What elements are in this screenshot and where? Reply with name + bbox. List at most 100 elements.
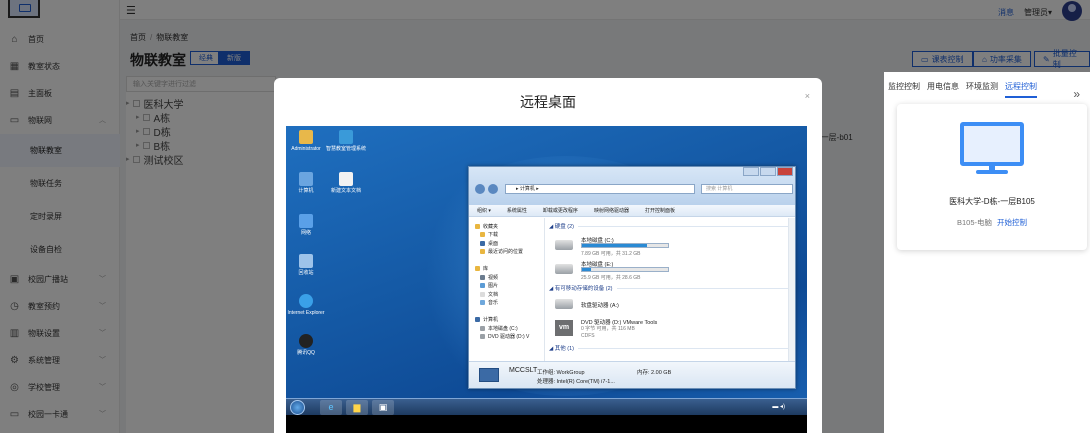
memory-text: 内存: 2.00 GB: [637, 370, 672, 376]
tab-power-info[interactable]: 用电信息: [927, 81, 959, 98]
nav-item-label: 本地磁盘 (C:): [488, 325, 518, 332]
explorer-window[interactable]: ▸ 计算机 ▸ 搜索 计算机 组织 ▾ 系统属性 卸载或更改程序 映射网络驱动器…: [468, 166, 796, 389]
qq-icon: [299, 334, 313, 348]
close-icon[interactable]: ×: [805, 91, 810, 101]
nav-item-music[interactable]: 音乐: [475, 299, 544, 308]
explorer-address-bar[interactable]: ▸ 计算机 ▸: [505, 184, 695, 194]
drive-usage-bar: [581, 243, 669, 248]
explorer-scrollbar[interactable]: [788, 218, 795, 363]
cmd-map-drive[interactable]: 映射网络驱动器: [594, 207, 629, 214]
nav-item-desktop[interactable]: 桌面: [475, 239, 544, 248]
cmd-uninstall[interactable]: 卸载或更改程序: [543, 207, 578, 214]
explorer-search-input[interactable]: 搜索 计算机: [701, 184, 793, 194]
vmware-icon: vm: [555, 320, 573, 336]
start-control-link[interactable]: 开始控制: [997, 218, 1027, 227]
cmd-system-properties[interactable]: 系统属性: [507, 207, 527, 214]
desktop-icon-label: 腾讯QQ: [297, 350, 315, 356]
computer-icon: [479, 368, 499, 382]
desktop-icon-qq[interactable]: 腾讯QQ: [286, 334, 326, 356]
nav-item-label: 最近访问的位置: [488, 249, 524, 256]
explorer-titlebar[interactable]: ▸ 计算机 ▸ 搜索 计算机: [469, 167, 795, 205]
folder-icon: [480, 249, 485, 255]
nav-item-disk-c[interactable]: 本地磁盘 (C:): [475, 324, 544, 333]
desktop-icon-ie[interactable]: Internet Explorer: [286, 294, 326, 316]
nav-item-label: DVD 驱动器 (D:) V: [488, 334, 530, 341]
nav-item-dvd[interactable]: DVD 驱动器 (D:) V: [475, 333, 544, 342]
collapse-panel-icon[interactable]: »: [1073, 87, 1080, 101]
cmd-control-panel[interactable]: 打开控制面板: [645, 207, 675, 214]
workgroup-text: 工作组: WorkGroup: [537, 370, 585, 376]
group-removable[interactable]: ◢ 有可移动存储的设备 (2): [549, 284, 789, 292]
nav-item-label: 音乐: [488, 300, 499, 307]
desktop-icon-administrator[interactable]: Administrator: [286, 130, 326, 152]
close-window-button[interactable]: [777, 167, 793, 176]
nav-item-label: 文档: [488, 291, 499, 298]
remote-desktop-modal: 远程桌面 × Administrator 智慧教室管理系统 计算机 新建文本文档…: [274, 78, 822, 433]
start-button[interactable]: [290, 400, 305, 415]
folder-icon[interactable]: ▆: [346, 400, 368, 415]
music-app-icon: [339, 130, 353, 144]
nav-item-favorites[interactable]: 收藏夹: [475, 222, 544, 231]
nav-item-downloads[interactable]: 下载: [475, 231, 544, 240]
monitor-stand: [976, 170, 1008, 174]
desktop-icon-network[interactable]: 网络: [286, 214, 326, 236]
desktop-icon-label: 计算机: [298, 188, 314, 194]
desktop-icon: [480, 240, 485, 246]
remote-desktop-screen[interactable]: Administrator 智慧教室管理系统 计算机 新建文本文档 网络 回收站…: [286, 126, 807, 433]
system-tray[interactable]: ▬ ◂): [772, 403, 785, 410]
nav-item-videos[interactable]: 视频: [475, 273, 544, 282]
device-card: 医科大学-D栋-一层B105 B105-电脑 开始控制: [897, 104, 1087, 250]
nav-item-libraries[interactable]: 库: [475, 265, 544, 274]
nav-item-pictures[interactable]: 图片: [475, 282, 544, 291]
disk-icon: [480, 325, 485, 331]
drive-dvd[interactable]: vm DVD 驱动器 (D:) VMware Tools 0 字节 可用，共 1…: [551, 316, 789, 344]
tab-environment[interactable]: 环境监测: [966, 81, 998, 98]
computer-icon: [299, 172, 313, 186]
computer-icon: [475, 317, 480, 323]
cmd-organize[interactable]: 组织 ▾: [477, 207, 491, 214]
group-hard-disks[interactable]: ◢ 硬盘 (2): [549, 222, 789, 230]
back-arrow-icon[interactable]: [475, 184, 485, 194]
tab-monitor-control[interactable]: 监控控制: [888, 81, 920, 98]
folder-icon: [480, 232, 485, 238]
nav-item-label: 视频: [488, 274, 499, 281]
document-icon: [480, 291, 485, 297]
drive-e[interactable]: 本地磁盘 (E:) 25.9 GB 可用，共 28.6 GB: [551, 258, 789, 282]
tab-remote-control[interactable]: 远程控制: [1005, 81, 1037, 98]
drive-free-space: 0 字节 可用，共 116 MB: [581, 326, 635, 332]
floppy-icon: [555, 299, 573, 309]
windows-taskbar: e ▆ ▣ ▬ ◂): [286, 398, 807, 415]
tray-network-icon: ▬: [772, 404, 779, 410]
right-panel-tabs: 监控控制 用电信息 环境监测 远程控制: [888, 81, 1037, 98]
ie-icon[interactable]: e: [320, 400, 342, 415]
maximize-button[interactable]: [760, 167, 776, 176]
minimize-button[interactable]: [743, 167, 759, 176]
forward-arrow-icon[interactable]: [488, 184, 498, 194]
drive-c[interactable]: 本地磁盘 (C:) 7.89 GB 可用，共 31.2 GB: [551, 234, 789, 258]
nav-item-label: 图片: [488, 283, 499, 290]
star-icon: [475, 223, 480, 229]
desktop-icon-smart-classroom[interactable]: 智慧教室管理系统: [326, 130, 366, 152]
desktop-icon-label: 网络: [300, 230, 311, 236]
hard-disk-icon: [555, 240, 573, 250]
folder-icon: [299, 130, 313, 144]
desktop-icon-recycle-bin[interactable]: 回收站: [286, 254, 326, 276]
group-other[interactable]: ◢ 其他 (1): [549, 344, 789, 352]
computer-name: MCCSLT: [509, 367, 538, 374]
cpu-text: 处理器: Intel(R) Core(TM) i7-1...: [537, 379, 615, 385]
tray-volume-icon: ◂): [779, 404, 785, 410]
nav-item-computer[interactable]: 计算机: [475, 316, 544, 325]
nav-item-label: 计算机: [483, 317, 499, 324]
desktop-icon-computer[interactable]: 计算机: [286, 172, 326, 194]
nav-item-recent[interactable]: 最近访问的位置: [475, 248, 544, 257]
drive-floppy[interactable]: 软盘驱动器 (A:): [551, 296, 789, 316]
ie-icon: [299, 294, 313, 308]
drive-filesystem: CDFS: [581, 333, 595, 339]
desktop-icon-label: Internet Explorer: [287, 310, 325, 316]
desktop-icon-text-doc[interactable]: 新建文本文档: [326, 172, 366, 194]
drive-usage-bar: [581, 267, 669, 272]
app-icon[interactable]: ▣: [372, 400, 394, 415]
nav-item-documents[interactable]: 文档: [475, 290, 544, 299]
